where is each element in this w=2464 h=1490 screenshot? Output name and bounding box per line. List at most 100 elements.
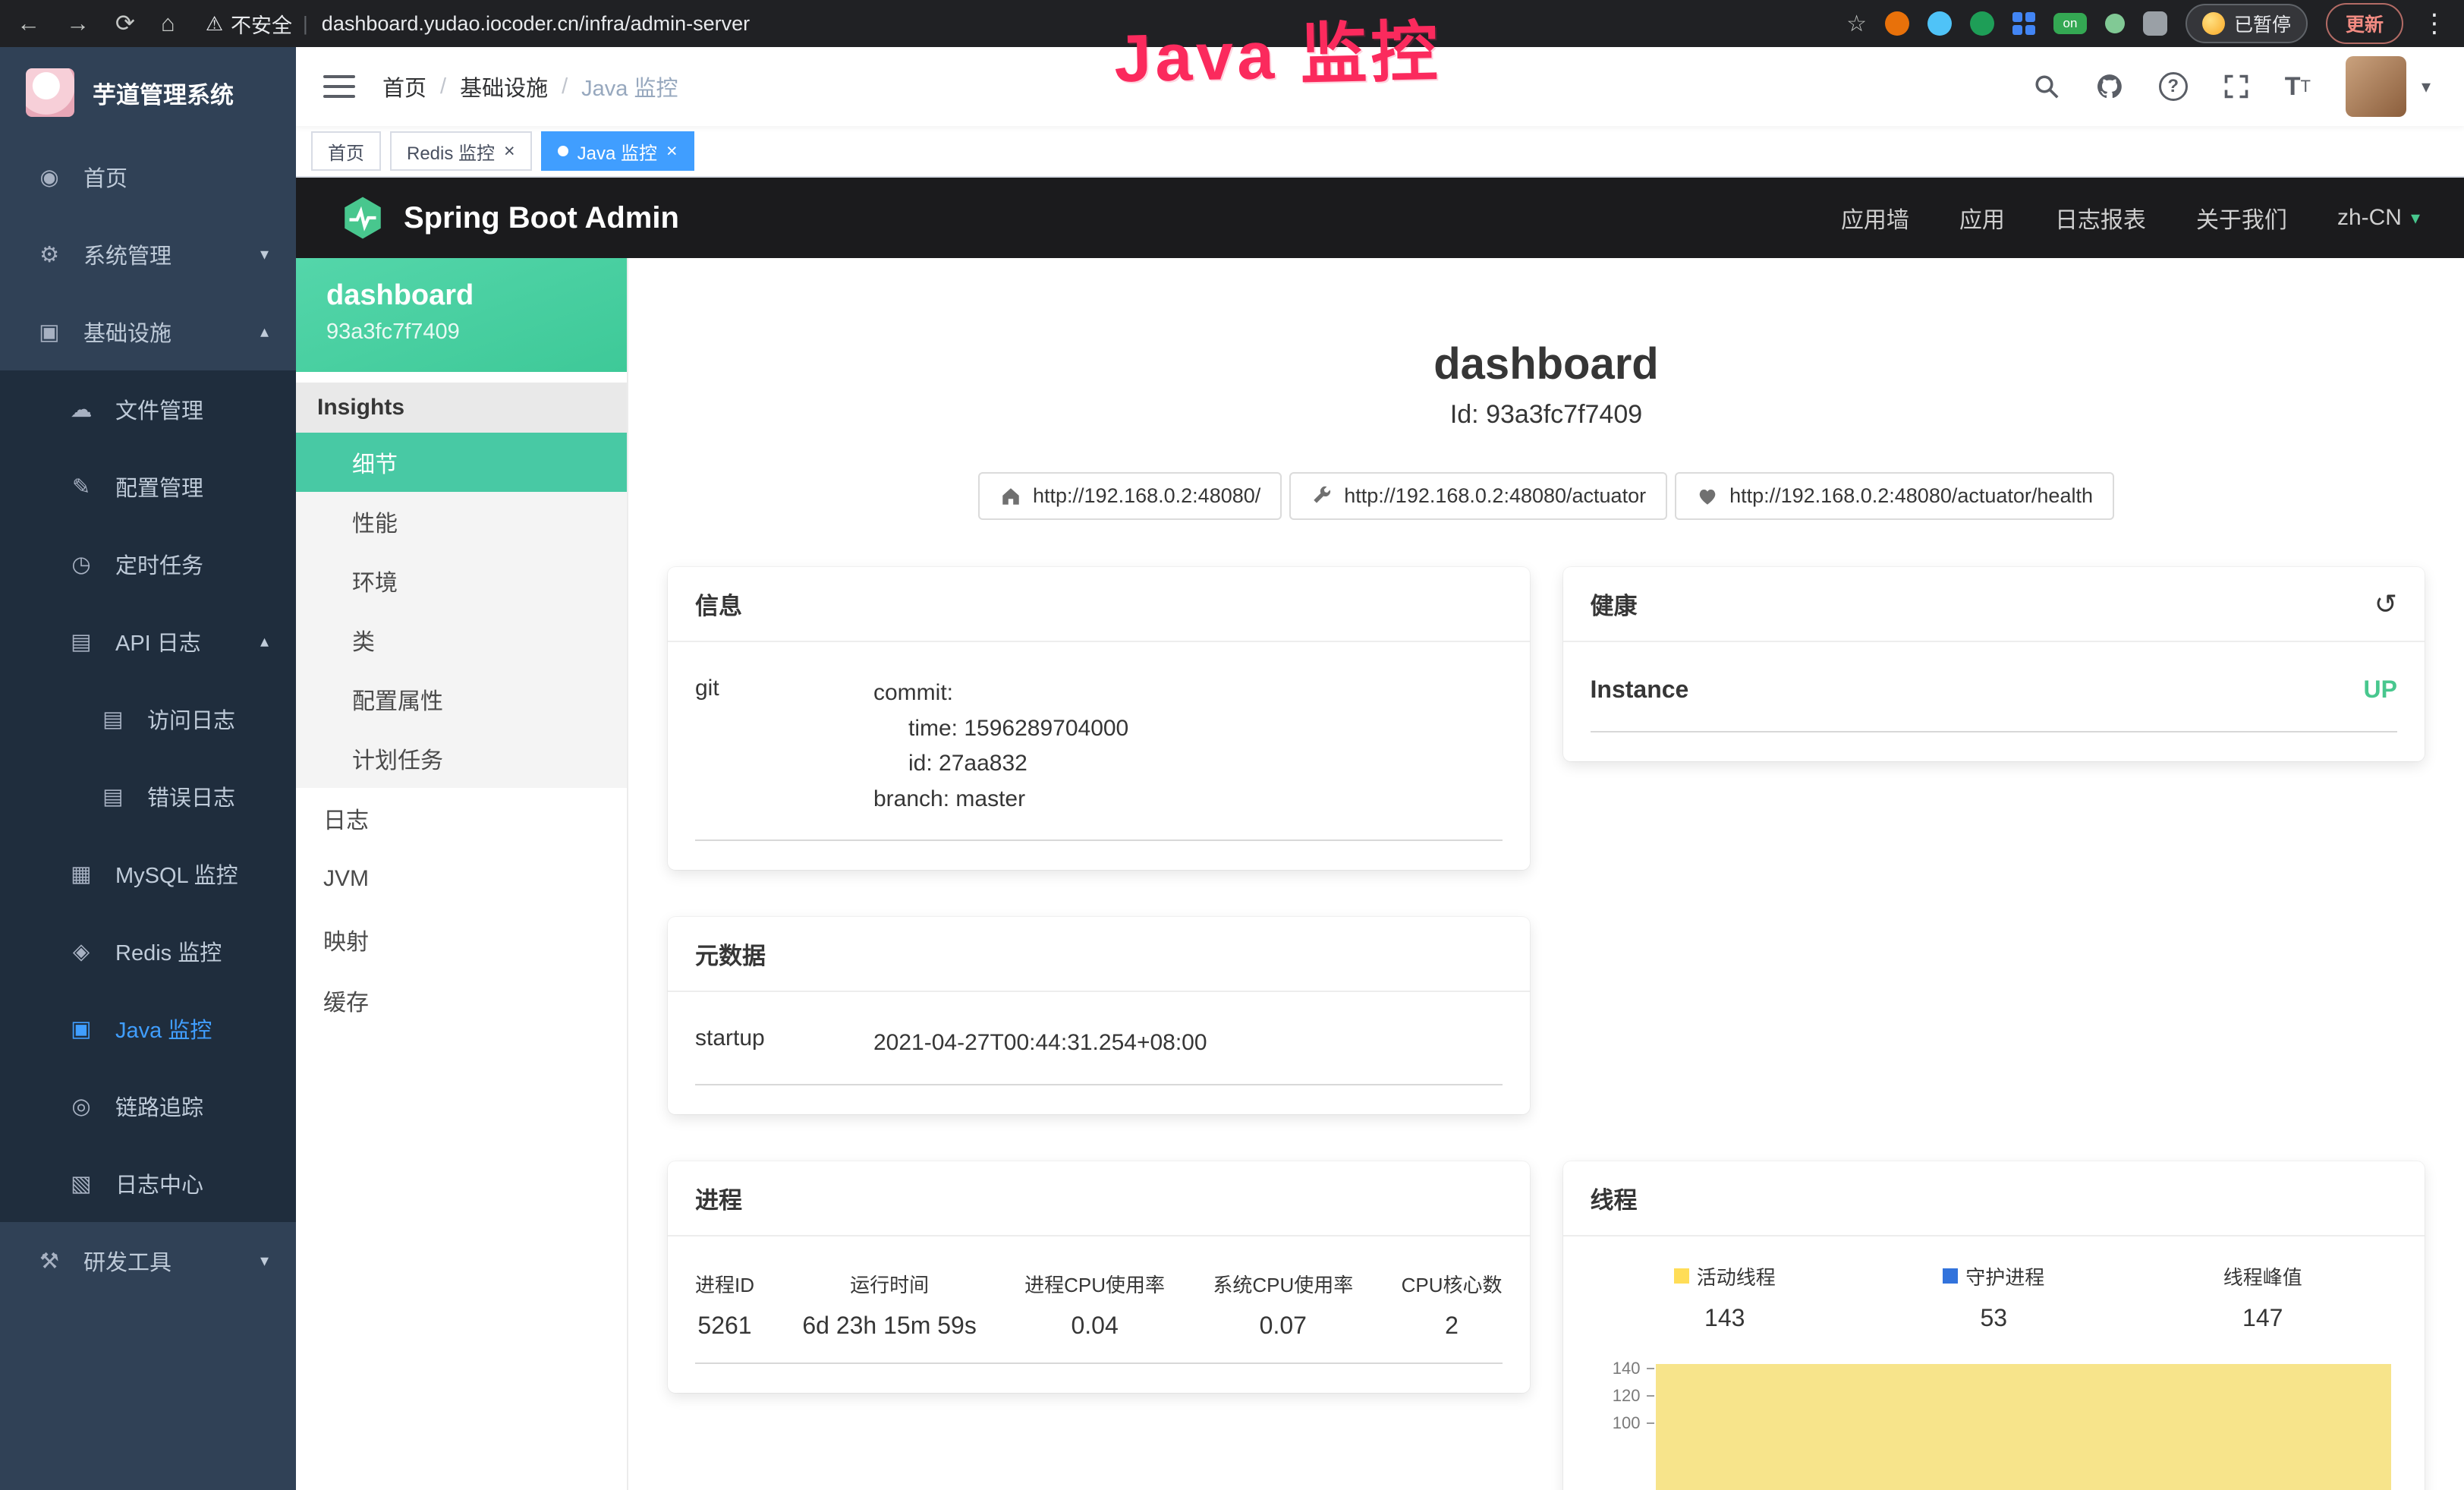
- help-icon[interactable]: ?: [2159, 72, 2188, 101]
- instance-link-health[interactable]: http://192.168.0.2:48080/actuator/health: [1675, 472, 2114, 520]
- refresh-icon[interactable]: ⟳: [115, 10, 135, 37]
- sidebar-item-label: 错误日志: [147, 780, 235, 812]
- info-card: 信息 git commit: time: 1596289704000 id: 2…: [668, 567, 1530, 870]
- sidebar-item-scheduled-tasks[interactable]: ◷ 定时任务: [0, 525, 296, 603]
- address-bar[interactable]: ⚠ 不安全 | dashboard.yudao.iocoder.cn/infra…: [206, 9, 750, 39]
- sba-brand-title: Spring Boot Admin: [404, 201, 679, 235]
- sidebar-item-home[interactable]: ◉ 首页: [0, 138, 296, 216]
- fullscreen-icon[interactable]: [2223, 73, 2250, 100]
- extension-icon-orange[interactable]: [1885, 11, 1909, 36]
- security-label[interactable]: 不安全: [231, 9, 292, 39]
- tab-java-monitor[interactable]: Java 监控 ×: [541, 131, 694, 171]
- status-badge: UP: [2364, 676, 2397, 704]
- sba-item-caches[interactable]: 缓存: [296, 970, 627, 1031]
- sba-item-config-props[interactable]: 配置属性: [296, 669, 627, 729]
- annotation-text: Java 监控: [1113, 0, 1443, 102]
- separator: |: [303, 12, 308, 36]
- sba-item-performance[interactable]: 性能: [296, 492, 627, 551]
- info-row-git: git commit: time: 1596289704000 id: 27aa…: [695, 676, 1503, 841]
- sidebar-item-api-logs[interactable]: ▤ API 日志 ▴: [0, 603, 296, 680]
- extension-icon-leaf[interactable]: [2105, 14, 2125, 33]
- git-branch-line: branch: master: [873, 782, 1503, 817]
- sba-item-scheduled[interactable]: 计划任务: [296, 729, 627, 788]
- stat-process-cpu: 进程CPU使用率 0.04: [1024, 1270, 1165, 1340]
- sidebar-item-redis-monitor[interactable]: ◈ Redis 监控: [0, 912, 296, 990]
- breadcrumb-current: Java 监控: [581, 71, 678, 102]
- sidebar-item-access-logs[interactable]: ▤ 访问日志: [0, 680, 296, 758]
- sba-nav-applications[interactable]: 应用: [1959, 201, 2005, 235]
- history-icon[interactable]: ↺: [2374, 588, 2397, 620]
- info-key: git: [695, 676, 873, 817]
- sidebar-item-java-monitor[interactable]: ▣ Java 监控: [0, 990, 296, 1067]
- bookmark-star-icon[interactable]: ☆: [1846, 11, 1867, 37]
- sidebar-item-label: MySQL 监控: [115, 858, 238, 890]
- sidebar-item-label: 定时任务: [115, 548, 203, 580]
- chevron-up-icon: ▴: [260, 632, 269, 651]
- instance-link-actuator[interactable]: http://192.168.0.2:48080/actuator: [1289, 472, 1667, 520]
- sba-item-details[interactable]: 细节: [296, 433, 627, 492]
- extension-icon-drop[interactable]: [1927, 11, 1952, 36]
- back-icon[interactable]: ←: [17, 10, 40, 37]
- github-icon[interactable]: [2095, 72, 2124, 101]
- instance-link-root[interactable]: http://192.168.0.2:48080/: [978, 472, 1282, 520]
- locale-select[interactable]: zh-CN ▾: [2337, 205, 2420, 231]
- sidebar-item-system-mgmt[interactable]: ⚙ 系统管理 ▾: [0, 216, 296, 293]
- sba-nav-journal[interactable]: 日志报表: [2055, 201, 2146, 235]
- extension-icon-grid[interactable]: [2012, 12, 2035, 35]
- instance-block[interactable]: dashboard 93a3fc7f7409: [296, 258, 627, 372]
- extension-icon-green[interactable]: [1970, 11, 1994, 36]
- hamburger-icon[interactable]: [323, 75, 355, 98]
- paused-badge[interactable]: 已暂停: [2186, 4, 2308, 43]
- avatar-caret-icon[interactable]: ▾: [2422, 76, 2431, 98]
- sba-nav-wallboard[interactable]: 应用墙: [1841, 201, 1909, 235]
- breadcrumb: 首页 / 基础设施 / Java 监控: [382, 71, 678, 102]
- stat-label: CPU核心数: [1402, 1270, 1503, 1298]
- tags-view-bar: 首页 Redis 监控 × Java 监控 ×: [296, 126, 2464, 178]
- forward-icon[interactable]: →: [66, 10, 90, 37]
- instance-links: http://192.168.0.2:48080/ http://192.168…: [628, 472, 2464, 520]
- app-logo-row[interactable]: 芋道管理系统: [0, 47, 296, 138]
- sba-nav-about[interactable]: 关于我们: [2196, 201, 2287, 235]
- url-text[interactable]: dashboard.yudao.iocoder.cn/infra/admin-s…: [322, 12, 750, 36]
- sba-item-mappings[interactable]: 映射: [296, 909, 627, 970]
- search-icon[interactable]: [2033, 73, 2060, 100]
- cloud-icon: ☁: [65, 396, 97, 423]
- sidebar-item-log-center[interactable]: ▧ 日志中心: [0, 1145, 296, 1222]
- stat-cpu-cores: CPU核心数 2: [1402, 1270, 1503, 1340]
- sidebar-item-mysql-monitor[interactable]: ▦ MySQL 监控: [0, 835, 296, 912]
- admin-sidebar: 芋道管理系统 ◉ 首页 ⚙ 系统管理 ▾ ▣ 基础设施 ▴ ☁ 文件管理 ✎ 配…: [0, 47, 296, 1490]
- browser-menu-icon[interactable]: ⋮: [2422, 8, 2447, 39]
- sba-item-classes[interactable]: 类: [296, 610, 627, 669]
- tab-home[interactable]: 首页: [311, 131, 381, 171]
- sidebar-item-infrastructure[interactable]: ▣ 基础设施 ▴: [0, 293, 296, 370]
- sidebar-item-dev-tools[interactable]: ⚒ 研发工具 ▾: [0, 1222, 296, 1299]
- health-row[interactable]: Instance UP: [1591, 676, 2398, 732]
- close-icon[interactable]: ×: [666, 142, 678, 161]
- avatar[interactable]: [2346, 56, 2406, 117]
- sidebar-item-config-mgmt[interactable]: ✎ 配置管理: [0, 448, 296, 525]
- sba-item-jvm[interactable]: JVM: [296, 849, 627, 909]
- dashboard-icon: ◉: [33, 164, 65, 191]
- sba-brand[interactable]: Spring Boot Admin: [340, 195, 679, 241]
- sidebar-item-trace[interactable]: ◎ 链路追踪: [0, 1067, 296, 1145]
- legend-label: 活动线程: [1697, 1262, 1776, 1290]
- link-url: http://192.168.0.2:48080/: [1033, 484, 1260, 508]
- font-size-icon[interactable]: TT: [2285, 72, 2311, 102]
- tab-redis-monitor[interactable]: Redis 监控 ×: [390, 131, 532, 171]
- sba-item-environment[interactable]: 环境: [296, 551, 627, 610]
- extension-icon-on-badge[interactable]: on: [2053, 13, 2087, 34]
- sidebar-item-label: 基础设施: [83, 316, 172, 348]
- document-icon: ▤: [97, 706, 129, 732]
- extensions-puzzle-icon[interactable]: [2143, 11, 2167, 36]
- edit-icon: ✎: [65, 474, 97, 500]
- close-icon[interactable]: ×: [504, 142, 515, 161]
- breadcrumb-infrastructure[interactable]: 基础设施: [460, 71, 548, 102]
- metadata-value: 2021-04-27T00:44:31.254+08:00: [873, 1025, 1503, 1061]
- sidebar-item-label: 首页: [83, 161, 127, 193]
- sidebar-item-error-logs[interactable]: ▤ 错误日志: [0, 758, 296, 835]
- update-button[interactable]: 更新: [2326, 3, 2403, 44]
- browser-home-icon[interactable]: ⌂: [161, 10, 175, 37]
- breadcrumb-home[interactable]: 首页: [382, 71, 426, 102]
- sidebar-item-file-mgmt[interactable]: ☁ 文件管理: [0, 370, 296, 448]
- sba-item-logs[interactable]: 日志: [296, 788, 627, 849]
